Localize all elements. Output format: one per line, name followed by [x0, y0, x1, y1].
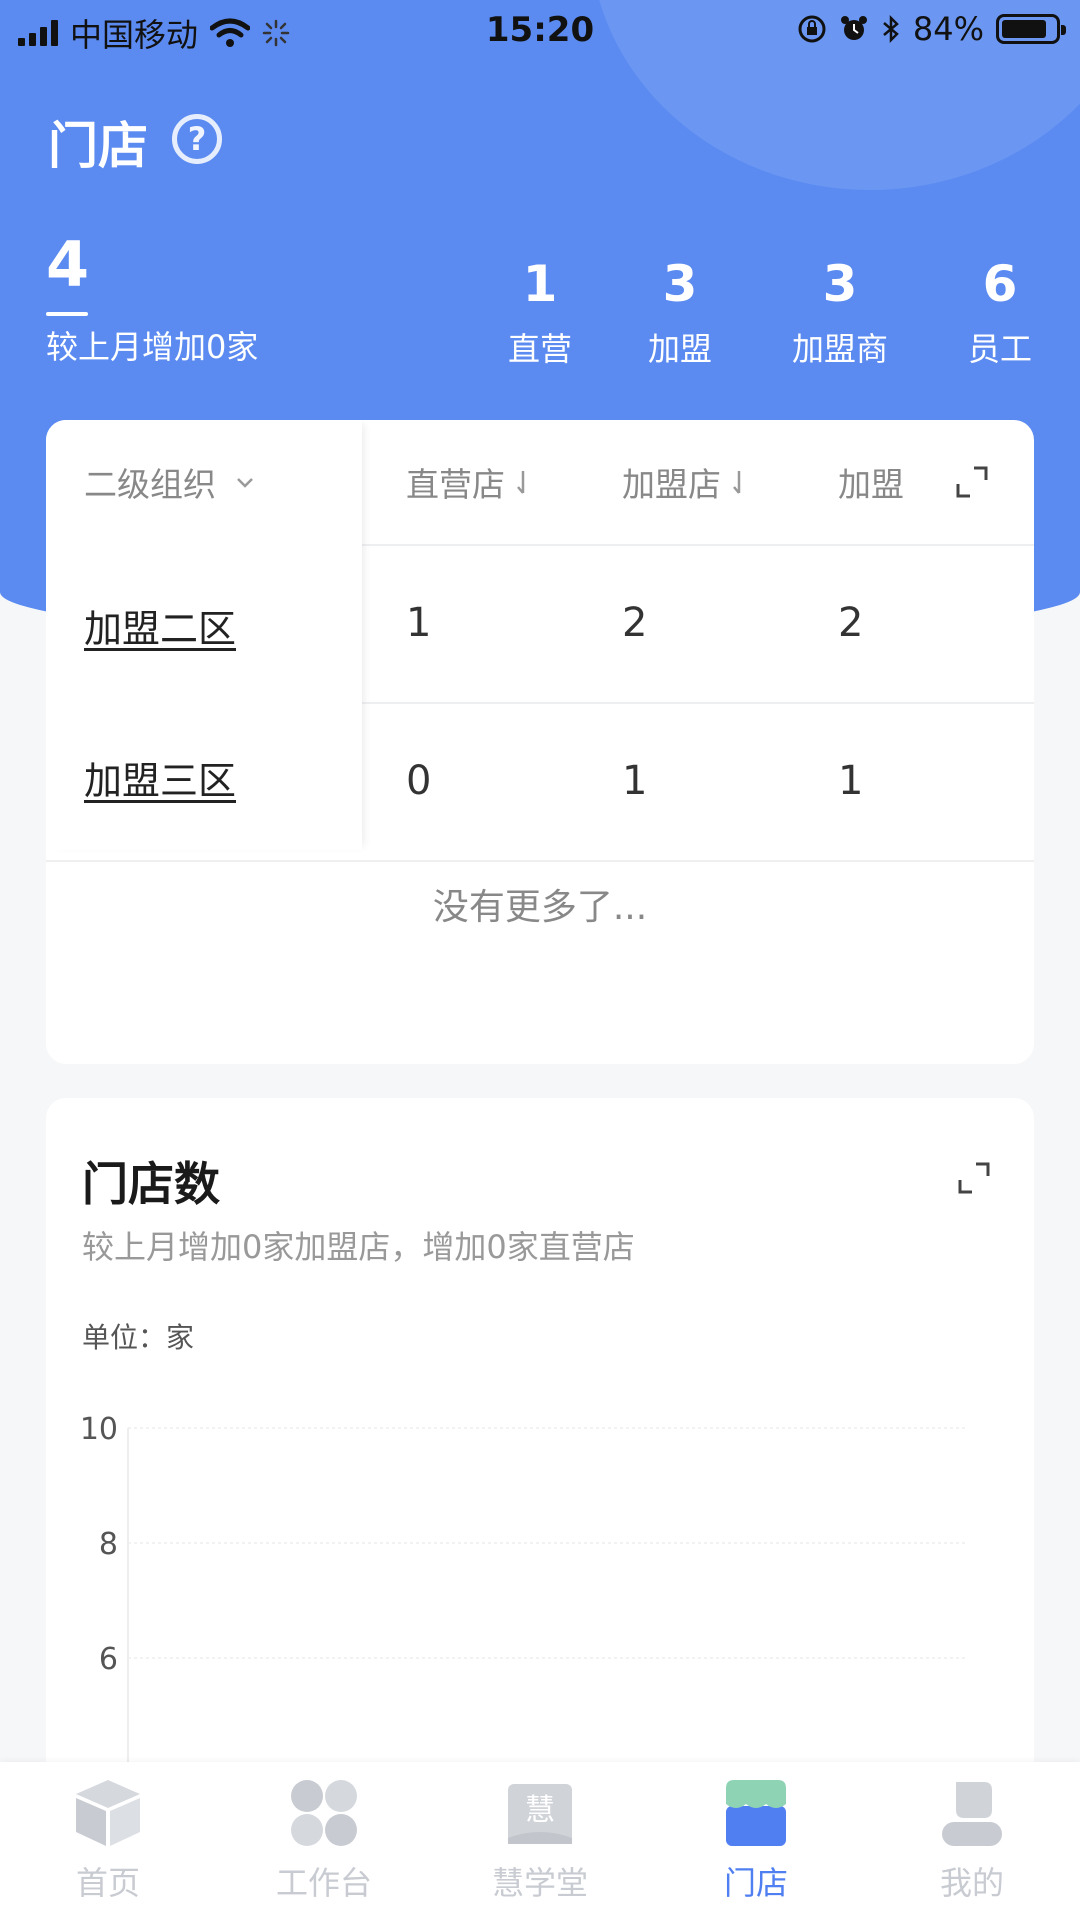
stat-franchisee[interactable]: 3 加盟商 — [770, 252, 910, 370]
stat-franchise[interactable]: 3 加盟 — [630, 252, 730, 370]
group-selector[interactable]: 二级组织 — [84, 420, 260, 544]
tab-profile[interactable]: 我的 — [864, 1776, 1080, 1904]
sort-down-icon — [733, 471, 741, 494]
book-glyph: 慧 — [525, 1793, 555, 1828]
tab-label: 我的 — [939, 1864, 1004, 1902]
total-underline — [46, 312, 88, 316]
total-change-text: 较上月增加0家 — [46, 328, 259, 366]
battery-percent: 84% — [912, 10, 984, 48]
tab-label: 门店 — [723, 1864, 788, 1902]
chevron-down-icon — [237, 478, 253, 488]
orientation-lock-icon — [798, 15, 826, 43]
tab-store[interactable]: 门店 — [648, 1776, 864, 1904]
expand-icon[interactable] — [954, 464, 990, 500]
stat-label: 直营 — [507, 330, 572, 368]
stat-label: 加盟商 — [791, 330, 888, 368]
column-header-franchise[interactable]: 加盟店 — [622, 420, 749, 544]
row-divider — [46, 860, 1034, 862]
table-cell: 1 — [406, 600, 432, 646]
table-cell: 2 — [622, 600, 648, 646]
tab-label: 工作台 — [275, 1864, 372, 1902]
tab-home[interactable]: 首页 — [0, 1776, 216, 1904]
table-sticky-column: 二级组织 加盟二区 加盟三区 — [46, 420, 362, 850]
table-cell: 1 — [838, 758, 864, 804]
column-header-label: 直营店 — [406, 465, 505, 504]
total-store-count: 4 — [46, 228, 90, 301]
battery-icon — [996, 14, 1066, 44]
region-link[interactable]: 加盟三区 — [84, 750, 236, 805]
tab-label: 慧学堂 — [491, 1864, 588, 1902]
book-icon: 慧 — [508, 1784, 572, 1844]
table-cell: 1 — [622, 758, 648, 804]
column-header-label: 加盟 — [838, 465, 904, 504]
home-cube-icon — [76, 1780, 140, 1846]
region-link[interactable]: 加盟二区 — [84, 598, 236, 653]
help-icon[interactable]: ? — [172, 114, 222, 164]
stat-label: 加盟 — [647, 330, 712, 368]
column-header-label: 加盟店 — [622, 465, 721, 504]
no-more-text: 没有更多了... — [432, 887, 648, 928]
stat-value: 3 — [822, 255, 858, 313]
stat-staff[interactable]: 6 员工 — [950, 252, 1050, 370]
sort-down-icon — [517, 471, 525, 494]
stat-value: 6 — [982, 255, 1018, 313]
y-tick-label: 6 — [99, 1642, 118, 1677]
status-bar: 中国移动 15:20 84% — [0, 0, 1080, 60]
column-header-franchisee[interactable]: 加盟 — [838, 420, 910, 544]
bluetooth-icon — [883, 14, 899, 44]
alarm-icon — [840, 16, 867, 40]
workbench-icon — [291, 1780, 357, 1846]
tab-bar: 首页 工作台 慧 慧学堂 门店 我的 — [0, 1762, 1080, 1920]
stat-value: 1 — [522, 255, 558, 313]
profile-icon — [942, 1782, 1002, 1846]
tab-workbench[interactable]: 工作台 — [216, 1776, 432, 1904]
tab-academy[interactable]: 慧 慧学堂 — [432, 1776, 648, 1904]
y-tick-label: 8 — [99, 1527, 118, 1562]
tab-label: 首页 — [75, 1864, 140, 1902]
page-title: 门店 — [48, 117, 148, 175]
stat-direct[interactable]: 1 直营 — [490, 252, 590, 370]
store-icon — [726, 1780, 786, 1846]
stat-label: 员工 — [967, 330, 1032, 368]
y-tick-label: 10 — [80, 1412, 118, 1447]
stat-value: 3 — [662, 255, 698, 313]
table-cell: 2 — [838, 600, 864, 646]
group-selector-label: 二级组织 — [84, 465, 216, 504]
column-header-direct[interactable]: 直营店 — [406, 420, 533, 544]
store-table-card: 二级组织 加盟二区 加盟三区 直营店 加盟店 加盟 1 2 2 0 1 1 没有… — [46, 420, 1034, 1064]
table-cell: 0 — [406, 758, 432, 804]
